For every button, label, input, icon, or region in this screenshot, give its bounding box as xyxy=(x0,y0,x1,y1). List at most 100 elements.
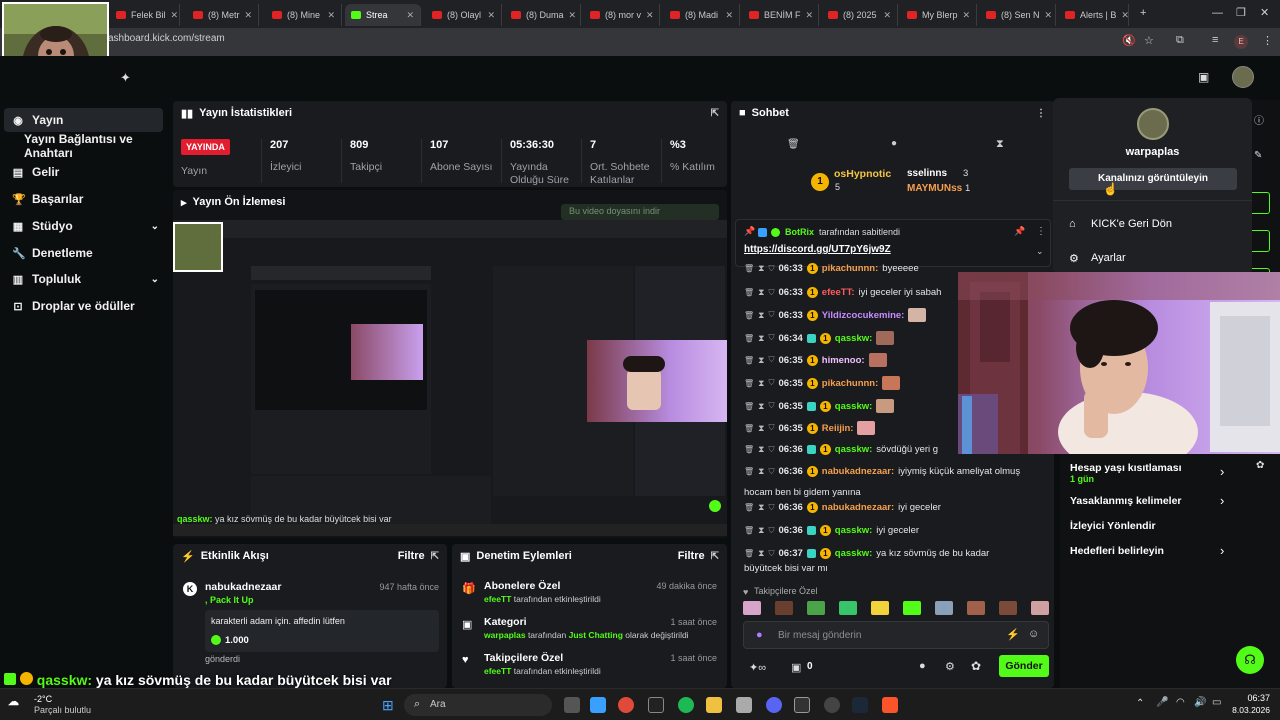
delete-icon[interactable]: 🗑 xyxy=(744,424,754,433)
start-icon[interactable]: ⊞ xyxy=(382,697,394,714)
trash-icon[interactable]: 🗑 xyxy=(787,139,800,150)
sidebar-item[interactable]: ▦ Stüdyo ⌄ xyxy=(0,214,165,238)
chat-username[interactable]: nabukadnezaar: xyxy=(822,466,894,477)
timeout-icon[interactable]: ⧗ xyxy=(758,378,764,389)
explorer-icon[interactable] xyxy=(706,697,722,713)
timeout-icon[interactable]: ⧗ xyxy=(758,525,764,536)
viewer-direct-label[interactable]: İzleyici Yönlendir xyxy=(1070,520,1156,532)
terminal-icon[interactable] xyxy=(794,697,810,713)
mute-icon[interactable]: 🔇 xyxy=(1122,34,1136,47)
download-notice[interactable]: Bu video doyasını indir xyxy=(561,204,719,220)
close-window-icon[interactable]: ✕ xyxy=(1260,6,1269,19)
browser-tab[interactable]: (8) Madi ✕ xyxy=(664,4,740,26)
view-channel-button[interactable]: Kanalınızı görüntüleyin xyxy=(1069,168,1237,190)
pinned-message[interactable]: 📌 BotRix tarafından sabitlendi https://d… xyxy=(735,219,1051,267)
profile-avatar[interactable]: E xyxy=(1234,35,1248,49)
chevron-down-icon[interactable]: ⌄ xyxy=(151,274,159,285)
tab-close-icon[interactable]: ✕ xyxy=(487,10,495,21)
shield-mod-icon[interactable]: ⛉ xyxy=(768,333,774,343)
delete-icon[interactable]: 🗑 xyxy=(744,379,754,388)
chat-message[interactable]: 🗑 ⧗ ⛉ 06:35 1 pikachunnn: xyxy=(744,376,901,390)
settings-app-icon[interactable] xyxy=(736,697,752,713)
bookmark-star-icon[interactable]: ☆ xyxy=(1144,34,1154,47)
moderation-filter-button[interactable]: Filtre xyxy=(678,550,705,562)
tab-close-icon[interactable]: ✕ xyxy=(569,10,577,21)
tray-chevron-icon[interactable]: ⌃ xyxy=(1136,698,1144,709)
moderation-user[interactable]: efeeTT xyxy=(484,666,511,676)
taskview-icon[interactable] xyxy=(564,697,580,713)
mic-icon[interactable]: ● xyxy=(756,629,763,641)
chat-username[interactable]: qasskw: xyxy=(835,548,873,559)
chat-message[interactable]: 🗑 ⧗ ⛉ 06:36 1 nabukadnezaar: iyi geceler xyxy=(744,502,941,513)
shield-mod-icon[interactable]: ⛉ xyxy=(768,503,774,513)
browser-tab[interactable]: Alerts | B ✕ xyxy=(1059,4,1129,26)
browser-tab[interactable]: (8) Sen N ✕ xyxy=(980,4,1056,26)
tab-close-icon[interactable]: ✕ xyxy=(646,10,654,21)
app-icon[interactable] xyxy=(648,697,664,713)
chat-message[interactable]: 🗑 ⧗ ⛉ 06:36 1 qasskw: iyi geceler xyxy=(744,525,919,536)
tab-close-icon[interactable]: ✕ xyxy=(406,10,414,21)
banned-words-row[interactable]: Yasaklanmış kelimeler › xyxy=(1070,493,1230,511)
pinned-expand-icon[interactable]: ⌄ xyxy=(1036,246,1044,257)
unpin-icon[interactable]: 📌 xyxy=(1014,226,1025,237)
chat-username[interactable]: himenoo: xyxy=(822,355,865,366)
pin-tool-icon[interactable]: ✦ xyxy=(120,70,131,86)
wifi-icon[interactable]: ◠ xyxy=(1176,697,1185,708)
shield-mod-icon[interactable]: ⛉ xyxy=(768,549,774,559)
delete-icon[interactable]: 🗑 xyxy=(744,549,754,558)
pinned-menu-icon[interactable]: ⋮ xyxy=(1036,226,1046,237)
moderation-user[interactable]: warpaplas xyxy=(484,630,526,640)
shield-mod-icon[interactable]: ⛉ xyxy=(768,445,774,455)
help-headset-icon[interactable]: ☊ xyxy=(1236,646,1264,674)
sidebar-item[interactable]: ⊡ Droplar ve ödüller xyxy=(0,294,165,318)
browser-tab[interactable]: My Blerp ✕ xyxy=(901,4,977,26)
gift-icon[interactable]: ▣ xyxy=(791,661,801,674)
minimize-icon[interactable]: — xyxy=(1212,7,1223,19)
activity-user[interactable]: nabukadnezaar xyxy=(205,581,281,593)
timeout-icon[interactable]: ⧗ xyxy=(758,355,764,366)
chat-message[interactable]: 🗑 ⧗ ⛉ 06:33 1 efeeTT: iyi geceler iyi sabah xyxy=(744,287,941,298)
tab-close-icon[interactable]: ✕ xyxy=(171,10,179,21)
goals-row[interactable]: Hedefleri belirleyin › xyxy=(1070,543,1230,561)
browser-tab[interactable]: Strea ✕ xyxy=(345,4,421,26)
chat-username[interactable]: qasskw: xyxy=(835,444,873,455)
taskbar-search[interactable]: ⌕ Ara xyxy=(404,694,552,716)
delete-icon[interactable]: 🗑 xyxy=(744,402,754,411)
sidebar-item[interactable]: ◉ Yayın xyxy=(4,108,163,132)
timeout-icon[interactable]: ⧗ xyxy=(758,444,764,455)
mic-tray-icon[interactable]: 🎤 xyxy=(1156,697,1168,708)
chat-message[interactable]: 🗑 ⧗ ⛉ 06:36 1 qasskw: sövdüğü yeri g xyxy=(744,444,938,455)
chat-message[interactable]: 🗑 ⧗ ⛉ 06:34 1 qasskw: xyxy=(744,331,895,345)
pinned-link[interactable]: https://discord.gg/UT7pY6jw9Z xyxy=(744,244,891,255)
timeout-icon[interactable]: ⧗ xyxy=(758,401,764,412)
shield-mod-icon[interactable]: ⛉ xyxy=(768,423,774,433)
discord-icon[interactable] xyxy=(766,697,782,713)
chat-input[interactable]: ● Bir mesaj gönderin ⚡ ☺ xyxy=(743,621,1049,649)
delete-icon[interactable]: 🗑 xyxy=(744,503,754,512)
shield-mod-icon[interactable]: ⛉ xyxy=(768,288,774,298)
obs-icon[interactable] xyxy=(824,697,840,713)
shield-mod-icon[interactable]: ⛉ xyxy=(768,401,774,411)
emote-7[interactable] xyxy=(935,601,953,615)
brave-icon[interactable] xyxy=(882,697,898,713)
user-avatar[interactable] xyxy=(1232,66,1254,88)
delete-icon[interactable]: 🗑 xyxy=(744,288,754,297)
gifter-2-user[interactable]: MAYMUNss xyxy=(907,183,962,194)
chat-message[interactable]: 🗑 ⧗ ⛉ 06:36 1 nabukadnezaar: iyiymiş küçük ame… xyxy=(744,466,1020,477)
settings-link[interactable]: Ayarlar xyxy=(1091,252,1126,264)
chrome-icon[interactable] xyxy=(618,697,634,713)
maximize-icon[interactable]: ❐ xyxy=(1236,6,1246,19)
sidebar-item[interactable]: ▤ Gelir xyxy=(0,160,165,184)
menu-dots-icon[interactable]: ⋮ xyxy=(1262,34,1273,47)
chat-username[interactable]: Yildizcocukemine: xyxy=(822,310,905,321)
chat-username[interactable]: Reiijin: xyxy=(822,423,854,434)
volume-icon[interactable]: 🔊 xyxy=(1194,697,1206,708)
chat-message[interactable]: 🗑 ⧗ ⛉ 06:33 1 pikachunnn: byeeeee xyxy=(744,263,919,274)
settings-gear-icon[interactable]: ⚙ xyxy=(945,660,955,673)
tab-close-icon[interactable]: ✕ xyxy=(883,10,891,21)
delete-icon[interactable]: 🗑 xyxy=(744,311,754,320)
shield-mod-icon[interactable]: ⛉ xyxy=(768,467,774,477)
copilot-icon[interactable] xyxy=(590,697,606,713)
emote-4[interactable] xyxy=(839,601,857,615)
browser-tab[interactable]: BENİM F ✕ xyxy=(743,4,819,26)
